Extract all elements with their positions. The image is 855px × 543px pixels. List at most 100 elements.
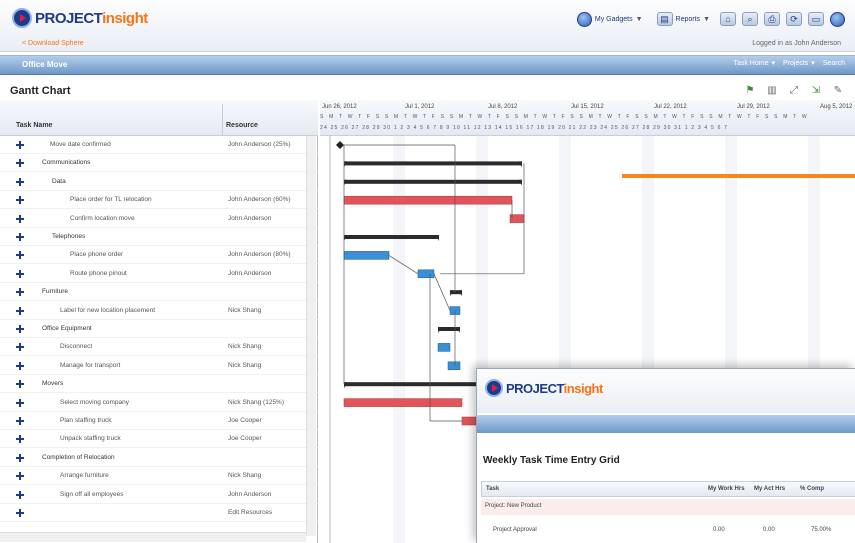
task-bar[interactable]: [447, 361, 461, 371]
task-move-icon[interactable]: [16, 214, 24, 223]
task-bar[interactable]: [437, 343, 451, 352]
filter-icon[interactable]: ▥: [765, 84, 779, 96]
task-name[interactable]: Unpack staffing truck: [60, 435, 121, 442]
task-move-icon[interactable]: [16, 490, 24, 499]
task-move-icon[interactable]: [16, 288, 24, 297]
task-name[interactable]: Route phone pinout: [70, 270, 127, 277]
help-icon[interactable]: [830, 11, 845, 27]
task-move-icon[interactable]: [16, 159, 24, 168]
task-move-icon[interactable]: [16, 472, 24, 481]
table-row[interactable]: Select moving company Nick Shang (125%): [0, 394, 318, 412]
task-move-icon[interactable]: [16, 361, 24, 370]
task-move-icon[interactable]: [16, 251, 24, 260]
task-name[interactable]: Move date confirmed: [50, 141, 111, 148]
task-name[interactable]: Completion of Relocation: [42, 454, 115, 461]
task-move-icon[interactable]: [16, 325, 24, 333]
task-move-icon[interactable]: [16, 196, 24, 205]
flag-icon[interactable]: ⚑: [743, 84, 757, 96]
task-name[interactable]: Telephones: [52, 233, 85, 240]
actual-hours-column-header[interactable]: My Act Hrs: [754, 486, 785, 492]
table-row[interactable]: Route phone pinout John Anderson: [0, 265, 318, 283]
table-row[interactable]: Project Approval 0.00 0.00 75.00%: [481, 523, 855, 539]
task-name[interactable]: Select moving company: [60, 399, 129, 406]
folder-icon[interactable]: ▭: [808, 12, 824, 26]
table-row[interactable]: Manage for transport Nick Shang: [0, 357, 318, 375]
table-row[interactable]: Place order for TL relocation John Anders…: [0, 191, 318, 210]
summary-bar[interactable]: [438, 327, 460, 331]
critical-task-bar[interactable]: [343, 398, 463, 407]
task-move-icon[interactable]: [16, 509, 24, 517]
settings-icon[interactable]: ✎: [831, 84, 845, 96]
task-move-icon[interactable]: [16, 343, 24, 352]
export-icon[interactable]: ⇲: [809, 84, 823, 96]
task-bar[interactable]: [343, 251, 390, 260]
summary-bar[interactable]: [344, 161, 522, 166]
table-row[interactable]: Office Equipment: [0, 320, 318, 338]
vertical-scrollbar[interactable]: [306, 136, 316, 536]
task-name[interactable]: Movers: [42, 380, 63, 387]
task-move-icon[interactable]: [16, 233, 24, 241]
table-row[interactable]: Telephones: [0, 228, 318, 246]
horizontal-scrollbar[interactable]: [0, 532, 306, 542]
project-group-row[interactable]: Project: New Product: [481, 499, 855, 515]
task-move-icon[interactable]: [16, 141, 24, 149]
task-move-icon[interactable]: [16, 380, 24, 389]
task-name[interactable]: Data: [52, 178, 66, 185]
search-link[interactable]: Search: [823, 59, 845, 67]
task-name[interactable]: Disconnect: [60, 343, 92, 350]
my-gadgets-menu[interactable]: My Gadgets ▼: [573, 10, 647, 28]
task-name[interactable]: Arrange furniture: [60, 472, 109, 479]
table-row[interactable]: Place phone order John Anderson (80%): [0, 246, 318, 265]
task-move-icon[interactable]: [16, 398, 24, 407]
task-column-header[interactable]: Task: [486, 486, 499, 492]
table-row[interactable]: Disconnect Nick Shang: [0, 338, 318, 357]
task-home-link[interactable]: Task Home ▾: [733, 59, 775, 68]
task-move-icon[interactable]: [16, 435, 24, 444]
zoom-icon[interactable]: ⤢: [787, 84, 801, 96]
overlay-logo[interactable]: PROJECTinsight: [485, 379, 603, 397]
task-name[interactable]: Place order for TL relocation: [70, 196, 152, 203]
print-icon[interactable]: ⎙: [764, 12, 780, 26]
table-row[interactable]: Plan staffing truck Joe Cooper: [0, 412, 318, 430]
home-icon[interactable]: ⌂: [720, 12, 736, 26]
critical-task-bar[interactable]: [343, 195, 513, 205]
table-row[interactable]: Furniture: [0, 283, 318, 302]
reports-menu[interactable]: ▤ Reports ▼: [653, 10, 714, 28]
work-hours-column-header[interactable]: My Work Hrs: [708, 486, 745, 492]
task-name[interactable]: Confirm location move: [70, 215, 135, 222]
percent-complete-column-header[interactable]: % Comp: [800, 486, 824, 492]
task-move-icon[interactable]: [16, 417, 24, 425]
task-name[interactable]: Office Equipment: [42, 325, 92, 332]
task-name-column-header[interactable]: Task Name: [16, 122, 52, 129]
task-move-icon[interactable]: [16, 177, 24, 186]
table-row[interactable]: Sign off all employees John Anderson: [0, 486, 318, 504]
summary-bar[interactable]: [344, 179, 522, 184]
task-name[interactable]: Furniture: [42, 288, 68, 295]
projects-link[interactable]: Projects ▾: [783, 59, 815, 68]
search-icon[interactable]: ⌕: [742, 12, 758, 26]
table-row[interactable]: Data: [0, 173, 318, 191]
task-name[interactable]: Communications: [42, 159, 90, 166]
table-row[interactable]: Move date confirmed John Anderson (25%): [0, 136, 318, 154]
task-move-icon[interactable]: [16, 453, 24, 462]
project-title[interactable]: Office Move: [22, 60, 67, 69]
task-move-icon[interactable]: [16, 269, 24, 278]
table-row[interactable]: Unpack staffing truck Joe Cooper: [0, 430, 318, 449]
task-name[interactable]: Sign off all employees: [60, 491, 123, 498]
table-row[interactable]: Completion of Relocation: [0, 449, 318, 467]
task-name[interactable]: Plan staffing truck: [60, 417, 112, 424]
task-name[interactable]: Label for new location placement: [60, 307, 155, 314]
resource-column-header[interactable]: Resource: [226, 122, 258, 129]
download-link[interactable]: < Download Sphere: [22, 40, 84, 47]
table-row[interactable]: Movers: [0, 375, 318, 394]
table-row[interactable]: Label for new location placement Nick Sha…: [0, 302, 318, 320]
table-row[interactable]: Communications: [0, 154, 318, 173]
table-row[interactable]: Confirm location move John Anderson: [0, 210, 318, 228]
task-name[interactable]: Place phone order: [70, 251, 123, 258]
task-move-icon[interactable]: [16, 306, 24, 315]
summary-bar[interactable]: [344, 235, 439, 239]
refresh-icon[interactable]: ⟳: [786, 12, 802, 26]
task-name[interactable]: Manage for transport: [60, 362, 120, 369]
app-logo[interactable]: PROJECTinsight: [12, 8, 148, 28]
table-row[interactable]: Edit Resources: [0, 504, 318, 522]
